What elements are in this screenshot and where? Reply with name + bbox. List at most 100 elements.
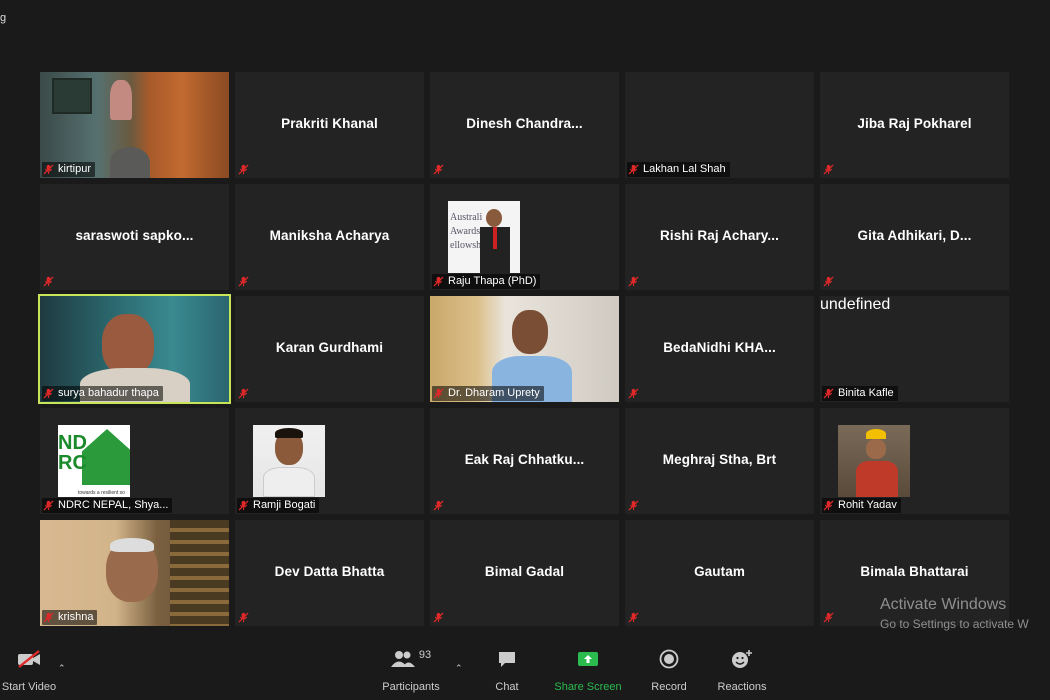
participant-tile[interactable]: krishna <box>40 520 229 626</box>
participant-name: Eak Raj Chhatku... <box>464 452 585 467</box>
participant-tile[interactable]: Gita Adhikari, D... <box>820 184 1009 290</box>
participant-name-label: surya bahadur thapa <box>42 386 163 401</box>
muted-mic-icon <box>823 388 834 399</box>
muted-mic-icon <box>628 276 639 287</box>
video-off-icon <box>0 645 58 673</box>
chat-label: Chat <box>495 681 519 693</box>
muted-mic-icon <box>433 500 444 511</box>
meeting-toolbar: Start Video ⌃ 93 Participants ⌃ Chat Sha… <box>0 645 1050 700</box>
participant-tile[interactable]: Karan Gurdhami <box>235 296 424 402</box>
participant-tile[interactable]: Ramji Bogati <box>235 408 424 514</box>
muted-mic-icon <box>628 500 639 511</box>
muted-mic-icon <box>238 276 249 287</box>
record-button[interactable]: Record <box>646 645 692 700</box>
participant-tile[interactable]: Meghraj Stha, Brt <box>625 408 814 514</box>
share-screen-label: Share Screen <box>554 681 622 693</box>
participants-label: Participants <box>382 681 440 693</box>
muted-mic-icon <box>628 164 639 175</box>
muted-mic-icon <box>238 612 249 623</box>
participant-name: Gita Adhikari, D... <box>857 228 972 243</box>
participant-name-label: NDRC NEPAL, Shya... <box>42 498 173 513</box>
participant-avatar <box>253 425 325 497</box>
muted-mic-icon <box>238 164 249 175</box>
participant-tile[interactable]: Lakhan Lal Shah <box>625 72 814 178</box>
participant-name: Bimala Bhattarai <box>860 564 969 579</box>
participant-tile[interactable]: ND RC towards a resilient so NDRC NEPAL, Sh… <box>40 408 229 514</box>
reactions-button[interactable]: Reactions <box>714 645 770 700</box>
participant-name: Rishi Raj Achary... <box>660 228 779 243</box>
participant-tile[interactable]: Jiba Raj Pokharel <box>820 72 1009 178</box>
participant-name: Maniksha Acharya <box>269 228 390 243</box>
watermark-title: Activate Windows <box>880 596 1007 613</box>
muted-mic-icon <box>238 500 249 511</box>
record-icon <box>646 645 692 673</box>
award-text: Australi Awards ellowshi <box>450 212 484 251</box>
muted-mic-icon <box>823 276 834 287</box>
participants-button[interactable]: 93 Participants <box>378 645 444 700</box>
participant-tile[interactable]: undefined Binita Kafle <box>820 296 1009 402</box>
muted-mic-icon <box>43 388 54 399</box>
muted-mic-icon <box>823 612 834 623</box>
participant-name: Meghraj Stha, Brt <box>662 452 777 467</box>
participant-tile[interactable]: Dr. Dharam Uprety <box>430 296 619 402</box>
participant-tile[interactable]: Gautam <box>625 520 814 626</box>
muted-mic-icon <box>823 500 834 511</box>
participant-name-label: Ramji Bogati <box>237 498 320 513</box>
muted-mic-icon <box>433 388 444 399</box>
participant-tile[interactable]: Rohit Yadav <box>820 408 1009 514</box>
participant-name: Bimal Gadal <box>484 564 565 579</box>
ndrc-logo-text: ND RC <box>58 432 87 474</box>
participant-name-label: Raju Thapa (PhD) <box>432 274 541 289</box>
share-screen-button[interactable]: Share Screen <box>552 645 624 700</box>
participant-tile[interactable]: Bimal Gadal <box>430 520 619 626</box>
muted-mic-icon <box>433 612 444 623</box>
muted-mic-icon <box>433 276 444 287</box>
participant-name: BedaNidhi KHA... <box>663 340 776 355</box>
video-options-chevron-icon[interactable]: ⌃ <box>58 663 66 674</box>
participant-tile[interactable]: BedaNidhi KHA... <box>625 296 814 402</box>
participant-tile[interactable]: Maniksha Acharya <box>235 184 424 290</box>
participant-name: Dinesh Chandra... <box>466 116 583 131</box>
participant-name: Karan Gurdhami <box>275 340 384 355</box>
participant-name-label: Dr. Dharam Uprety <box>432 386 544 401</box>
muted-mic-icon <box>628 388 639 399</box>
muted-mic-icon <box>43 500 54 511</box>
chat-button[interactable]: Chat <box>486 645 528 700</box>
muted-mic-icon <box>628 612 639 623</box>
participant-name: Jiba Raj Pokharel <box>857 116 972 131</box>
muted-mic-icon <box>43 164 54 175</box>
participant-tile[interactable]: kirtipur <box>40 72 229 178</box>
window-title: g <box>0 12 7 24</box>
participants-count: 93 <box>418 649 432 661</box>
participant-name: Dev Datta Bhatta <box>274 564 385 579</box>
participant-tile[interactable]: saraswoti sapko... <box>40 184 229 290</box>
start-video-button[interactable]: Start Video <box>0 645 58 700</box>
participants-options-chevron-icon[interactable]: ⌃ <box>455 663 463 674</box>
participant-name: Gautam <box>694 564 745 579</box>
participant-name: Prakriti Khanal <box>281 116 378 131</box>
muted-mic-icon <box>238 388 249 399</box>
participant-tile[interactable]: Prakriti Khanal <box>235 72 424 178</box>
participant-tile[interactable]: Dinesh Chandra... <box>430 72 619 178</box>
muted-mic-icon <box>43 612 54 623</box>
participant-name-label: Lakhan Lal Shah <box>627 162 730 177</box>
start-video-label: Start Video <box>1 681 57 693</box>
muted-mic-icon <box>823 164 834 175</box>
participant-name: saraswoti sapko... <box>75 228 194 243</box>
chat-icon <box>486 645 528 673</box>
share-screen-icon <box>552 645 624 673</box>
reactions-icon <box>714 645 770 673</box>
participant-avatar: ND RC towards a resilient so <box>58 425 130 497</box>
participant-tile[interactable]: Dev Datta Bhatta <box>235 520 424 626</box>
participant-tile[interactable]: surya bahadur thapa <box>38 294 231 404</box>
watermark-subtitle: Go to Settings to activate W <box>880 617 1029 631</box>
muted-mic-icon <box>43 276 54 287</box>
participant-avatar <box>838 425 910 497</box>
participant-avatar: Australi Awards ellowshi <box>448 201 520 273</box>
participants-icon: 93 <box>378 645 444 673</box>
participant-tile[interactable]: Eak Raj Chhatku... <box>430 408 619 514</box>
record-label: Record <box>651 681 687 693</box>
participant-tile[interactable]: Rishi Raj Achary... <box>625 184 814 290</box>
top-bar: g <box>0 0 1050 40</box>
participant-tile[interactable]: Australi Awards ellowshi Raju Thapa (PhD) <box>430 184 619 290</box>
